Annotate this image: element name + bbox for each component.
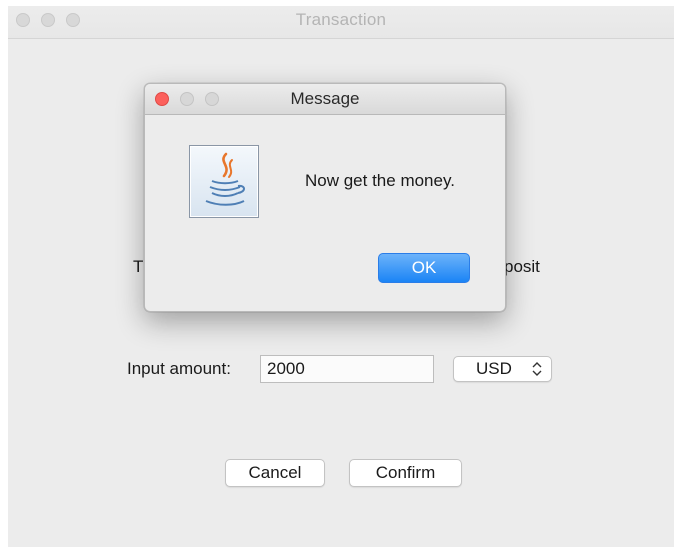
partial-label-left: T [133,257,144,276]
window-titlebar: Transaction [8,6,674,39]
dialog-title: Message [290,89,360,108]
currency-select[interactable]: USD [453,356,552,382]
java-icon [189,145,259,218]
message-dialog: Message Now get the money. OK [144,83,506,312]
amount-label: Input amount: [127,359,231,378]
window-title: Transaction [295,10,387,29]
chevron-updown-icon [531,358,543,384]
dialog-message: Now get the money. [305,171,455,190]
dialog-titlebar: Message [145,84,505,115]
confirm-button[interactable]: Confirm [349,459,462,487]
amount-input[interactable] [260,355,434,383]
currency-selected-value: USD [476,359,512,378]
cancel-button[interactable]: Cancel [225,459,325,487]
ok-button[interactable]: OK [378,253,470,283]
partial-label-deposit: posit [504,257,540,276]
